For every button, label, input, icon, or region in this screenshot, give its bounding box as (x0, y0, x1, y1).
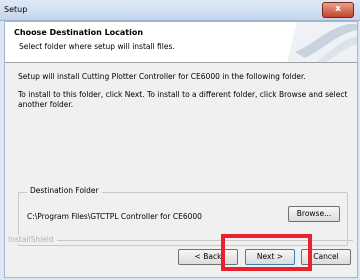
close-button[interactable]: x (322, 2, 354, 18)
wizard-banner-graphic (287, 22, 357, 62)
page-title: Choose Destination Location (14, 28, 144, 37)
browse-button[interactable]: Browse... (288, 206, 340, 222)
destination-group-label: Destination Folder (27, 186, 102, 195)
title-bar: Setup x (0, 0, 360, 21)
wizard-header: Choose Destination Location Select folde… (5, 22, 357, 63)
close-icon: x (335, 4, 341, 14)
destination-path: C:\Program Files\GTCTPL Controller for C… (27, 212, 202, 221)
page-subtitle: Select folder where setup will install f… (19, 42, 175, 51)
installshield-brand: InstallShield (8, 235, 57, 244)
intro-text: Setup will install Cutting Plotter Contr… (18, 72, 306, 81)
next-button-highlight (221, 234, 312, 271)
instruction-text: To install to this folder, click Next. T… (18, 90, 348, 109)
window-title: Setup (4, 5, 28, 14)
